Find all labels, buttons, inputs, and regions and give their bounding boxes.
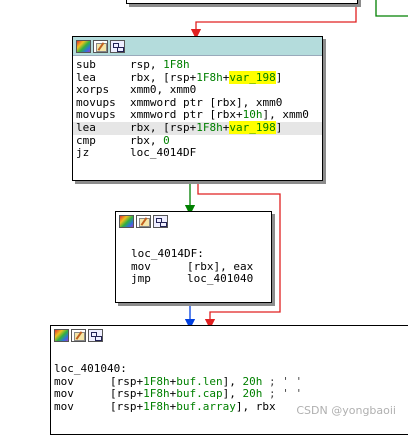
operand-token: [rbx], eax [187,259,254,273]
code-block-loc-4014DF[interactable]: loc_4014DF: mov [rbx], eax jmp loc_401040 [115,211,272,303]
node-header [116,212,271,230]
palette-icon[interactable] [54,328,69,342]
operand-token: xmm0, xmm0 [130,83,197,97]
operand-token: rbx, [rsp+ [130,70,197,84]
prev-node-fragment [126,0,358,4]
operand-token: buf.cap [176,387,223,401]
operand-token: [rsp+ [110,374,144,388]
palette-icon[interactable] [76,39,91,53]
node-header [51,326,408,344]
watermark: CSDN @yongbaoii [296,404,396,417]
operand-token: 20h [242,387,263,401]
instruction-row[interactable]: jz loc_4014DF [73,146,322,160]
code-block-entry[interactable]: sub rsp, 1F8h lea rbx, [rsp+1F8h+var_198] xo… [72,36,323,181]
edge-top-green [375,0,408,17]
operand-token: ], rbx [235,399,276,413]
mnemonic: lea [76,120,96,134]
operand-token: 1F8h [143,374,170,388]
operand-token: xmmword ptr [rbx], xmm0 [130,95,283,109]
operand-token: ] [275,120,283,134]
operand-token: ], [222,374,243,388]
rename-icon[interactable] [93,39,108,53]
rename-icon[interactable] [71,328,86,342]
operand-token: buf.len [176,374,223,388]
mnemonic: mov [54,387,74,401]
edge-in-red [190,0,357,40]
instructions: sub rsp, 1F8h lea rbx, [rsp+1F8h+var_198] xo… [73,56,322,160]
operand-token: ; ' ' [262,387,303,401]
operand-token: 20h [242,374,263,388]
operand-token: 1F8h [143,399,170,413]
operand-token: rbx, [rsp+ [130,120,197,134]
mnemonic: sub [76,58,96,71]
operand-token: 10h [242,108,263,122]
operand-token: [rsp+ [110,399,144,413]
operand-token: loc_4014DF [130,146,197,160]
operand-token: 1F8h [143,387,170,401]
mnemonic: jmp [131,272,151,286]
code-block-loc-401040[interactable]: loc_401040: mov [rsp+1F8h+buf.len], 20h ;… [50,325,408,435]
operand-token: 1F8h [163,58,190,71]
operand-token: rsp, [130,58,164,71]
operand-token: rbx, [130,133,164,147]
operand-token: buf.array [176,399,236,413]
instructions: loc_4014DF: mov [rbx], eax jmp loc_401040 [116,230,271,286]
operand-token: 1F8h [196,70,223,84]
graph-icon[interactable] [153,214,168,228]
mnemonic: xorps [76,83,110,97]
instruction-row[interactable]: lea rbx, [rsp+1F8h+var_198] [73,120,322,135]
mnemonic: jz [76,146,90,160]
operand-token: 0 [163,133,170,147]
node-header [73,37,322,56]
operand-token: ], xmm0 [262,108,309,122]
operand-token[interactable]: var_198 [229,70,276,84]
operands: loc_401040 [187,272,254,286]
operands: [rsp+1F8h+buf.array], rbx [110,399,276,414]
operand-token: ], [222,387,243,401]
operand-token: 1F8h [196,120,223,134]
instructions: loc_401040: mov [rsp+1F8h+buf.len], 20h ;… [51,344,408,413]
operand-token: loc_401040 [187,272,254,286]
operands: loc_4014DF [130,146,197,160]
palette-icon[interactable] [119,214,134,228]
graph-icon[interactable] [88,328,103,342]
rename-icon[interactable] [136,214,151,228]
operand-token[interactable]: var_198 [229,120,276,134]
operand-token: [rsp+ [110,387,144,401]
operand-token: xmmword ptr [rbx+ [130,108,243,122]
operand-token: ] [275,70,283,84]
mnemonic: mov [54,399,74,413]
graph-icon[interactable] [110,39,125,53]
instruction-row[interactable]: jmp loc_401040 [128,272,271,286]
instruction-row[interactable]: lea rbx, [rsp+1F8h+var_198] [73,70,322,85]
instruction-row[interactable]: cmp rbx, 0 [73,133,322,148]
operand-token: ; ' ' [262,374,303,388]
